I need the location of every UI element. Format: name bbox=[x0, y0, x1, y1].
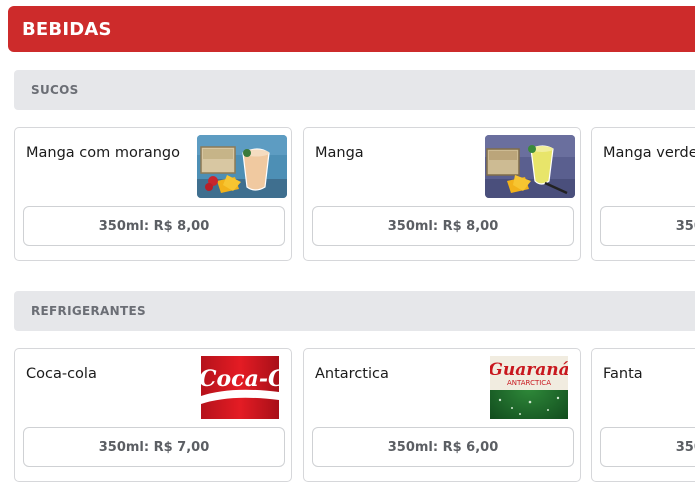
menu-item-card[interactable]: Manga com morango 350ml: R$ 8,00 bbox=[14, 127, 292, 261]
price-button[interactable]: 350ml: R$ 7,00 bbox=[600, 427, 695, 467]
mango-juice-image bbox=[485, 135, 575, 198]
menu-item-name: Manga verde bbox=[603, 145, 695, 161]
price-button[interactable]: 350ml: R$ 8,00 bbox=[312, 206, 574, 246]
coca-cola-image: Coca-Cola bbox=[201, 356, 279, 419]
drinks-menu-page: BEBIDAS SUCOS Manga com morango 350ml: R… bbox=[0, 0, 695, 490]
menu-item-name: Manga bbox=[315, 145, 364, 161]
menu-item-card[interactable]: Antarctica Guaraná ANTARCTICA 350ml: R$ … bbox=[303, 348, 581, 482]
guarana-logo-sub: ANTARCTICA bbox=[507, 379, 551, 387]
menu-item-name: Coca-cola bbox=[26, 366, 97, 382]
price-label: 350ml: R$ 7,00 bbox=[675, 439, 695, 455]
price-label: 350ml: R$ 8,00 bbox=[675, 218, 695, 234]
price-label: 350ml: R$ 6,00 bbox=[387, 439, 499, 455]
menu-item-name: Fanta bbox=[603, 366, 643, 382]
category-title: BEBIDAS bbox=[22, 18, 112, 40]
menu-item-card[interactable]: Manga 350ml: R$ 8,00 bbox=[303, 127, 581, 261]
category-header: BEBIDAS bbox=[8, 6, 695, 52]
guarana-logo-title: Guaraná bbox=[490, 360, 568, 380]
menu-item-name: Antarctica bbox=[315, 366, 389, 382]
price-button[interactable]: 350ml: R$ 8,00 bbox=[23, 206, 285, 246]
menu-item-card[interactable]: Coca-cola Coca-Cola 350ml: R$ 7,00 bbox=[14, 348, 292, 482]
menu-item-card[interactable]: Fanta 350ml: R$ 7,00 bbox=[591, 348, 695, 482]
section-title: REFRIGERANTES bbox=[31, 304, 146, 318]
menu-item-card[interactable]: Manga verde 350ml: R$ 8,00 bbox=[591, 127, 695, 261]
menu-item-name: Manga com morango bbox=[26, 145, 180, 161]
price-label: 350ml: R$ 7,00 bbox=[98, 439, 210, 455]
price-label: 350ml: R$ 8,00 bbox=[387, 218, 499, 234]
guarana-antarctica-image: Guaraná ANTARCTICA bbox=[490, 356, 568, 419]
price-label: 350ml: R$ 8,00 bbox=[98, 218, 210, 234]
section-header-refrigerantes: REFRIGERANTES bbox=[14, 291, 695, 331]
price-button[interactable]: 350ml: R$ 8,00 bbox=[600, 206, 695, 246]
section-title: SUCOS bbox=[31, 83, 79, 97]
coca-cola-logo: Coca-Cola bbox=[201, 366, 279, 392]
mango-strawberry-juice-image bbox=[197, 135, 287, 198]
section-header-sucos: SUCOS bbox=[14, 70, 695, 110]
price-button[interactable]: 350ml: R$ 6,00 bbox=[312, 427, 574, 467]
price-button[interactable]: 350ml: R$ 7,00 bbox=[23, 427, 285, 467]
